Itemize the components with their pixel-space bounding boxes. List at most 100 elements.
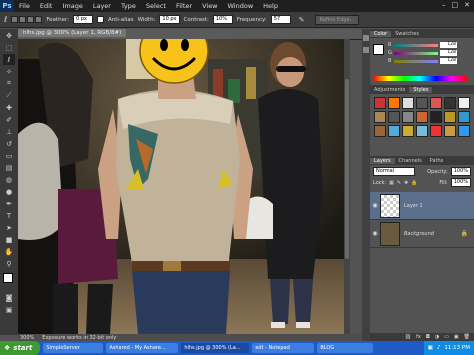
close-icon[interactable]: ✕ bbox=[464, 1, 470, 9]
clock[interactable]: 11:13 PM bbox=[444, 345, 470, 351]
color-swatches[interactable] bbox=[0, 273, 18, 291]
zoom-tool-icon[interactable]: ⚲ bbox=[3, 258, 15, 269]
style-swatch[interactable] bbox=[416, 125, 428, 137]
menu-view[interactable]: View bbox=[197, 2, 222, 10]
red-slider[interactable] bbox=[394, 43, 438, 47]
hand-tool-icon[interactable]: ✋ bbox=[3, 246, 15, 257]
style-swatch[interactable] bbox=[444, 111, 456, 123]
style-swatch[interactable] bbox=[388, 125, 400, 137]
network-icon[interactable]: ▣ bbox=[428, 345, 433, 351]
add-selection-icon[interactable] bbox=[19, 16, 27, 23]
taskbar-item[interactable]: edt - Notepad bbox=[252, 343, 315, 353]
lock-pixels-icon[interactable]: ✎ bbox=[397, 180, 401, 186]
style-swatch[interactable] bbox=[416, 111, 428, 123]
taskbar-item[interactable]: hlhs.jpg @ 300% (La... bbox=[181, 343, 250, 353]
move-tool-icon[interactable]: ✥ bbox=[3, 30, 15, 41]
style-swatch[interactable] bbox=[444, 97, 456, 109]
width-input[interactable]: 10 px bbox=[159, 15, 180, 24]
tab-paths[interactable]: Paths bbox=[426, 158, 448, 164]
crop-tool-icon[interactable]: ⌗ bbox=[3, 78, 15, 89]
clone-stamp-tool-icon[interactable]: ⊥ bbox=[3, 126, 15, 137]
start-button[interactable]: ❖ start bbox=[0, 341, 41, 355]
menu-window[interactable]: Window bbox=[223, 2, 259, 10]
style-swatch[interactable] bbox=[458, 125, 470, 137]
foreground-color-swatch[interactable] bbox=[3, 273, 13, 283]
quick-mask-icon[interactable]: ◙ bbox=[3, 292, 15, 303]
taskbar-item[interactable]: BLOG bbox=[317, 343, 374, 353]
pen-tool-icon[interactable]: ✒ bbox=[3, 198, 15, 209]
eraser-tool-icon[interactable]: ▭ bbox=[3, 150, 15, 161]
blue-slider[interactable] bbox=[394, 59, 438, 63]
marquee-tool-icon[interactable]: ⬚ bbox=[3, 42, 15, 53]
style-swatch[interactable] bbox=[388, 97, 400, 109]
screen-mode-icon[interactable]: ▣ bbox=[3, 304, 15, 315]
feather-input[interactable]: 0 px bbox=[72, 15, 93, 24]
tab-swatches[interactable]: Swatches bbox=[391, 31, 423, 37]
style-swatch[interactable] bbox=[430, 111, 442, 123]
shape-tool-icon[interactable]: ■ bbox=[3, 234, 15, 245]
link-layers-icon[interactable]: ⛓ bbox=[405, 334, 411, 340]
style-swatch[interactable] bbox=[430, 125, 442, 137]
canvas-vertical-scrollbar[interactable] bbox=[344, 39, 350, 334]
healing-tool-icon[interactable]: ✚ bbox=[3, 102, 15, 113]
layer-name[interactable]: Background bbox=[404, 231, 434, 237]
blue-value[interactable]: 128 bbox=[440, 58, 457, 64]
type-tool-icon[interactable]: T bbox=[3, 210, 15, 221]
layer-row[interactable]: ◉ Background 🔒 bbox=[370, 220, 474, 248]
style-swatch[interactable] bbox=[416, 97, 428, 109]
menu-image[interactable]: Image bbox=[57, 2, 87, 10]
menu-layer[interactable]: Layer bbox=[88, 2, 116, 10]
gradient-tool-icon[interactable]: ▤ bbox=[3, 162, 15, 173]
history-panel-icon[interactable] bbox=[363, 35, 369, 41]
green-slider[interactable] bbox=[394, 51, 438, 55]
tab-color[interactable]: Color bbox=[370, 30, 392, 37]
menu-file[interactable]: File bbox=[14, 2, 35, 10]
style-swatch[interactable] bbox=[402, 125, 414, 137]
lock-position-icon[interactable]: ✥ bbox=[404, 180, 408, 186]
style-swatch[interactable] bbox=[374, 111, 386, 123]
new-group-icon[interactable]: ▭ bbox=[444, 334, 449, 340]
frequency-input[interactable]: 57 bbox=[270, 15, 291, 24]
brush-tool-icon[interactable]: ✐ bbox=[3, 114, 15, 125]
new-adjustment-icon[interactable]: ◑ bbox=[435, 334, 439, 340]
menu-help[interactable]: Help bbox=[258, 2, 283, 10]
blur-tool-icon[interactable]: ◍ bbox=[3, 174, 15, 185]
lasso-tool-icon[interactable]: ℓ bbox=[4, 15, 7, 24]
style-swatch[interactable] bbox=[444, 125, 456, 137]
layer-style-icon[interactable]: fx bbox=[416, 334, 421, 340]
taskbar-item[interactable]: Ashared - My Ashare... bbox=[106, 343, 179, 353]
intersect-selection-icon[interactable] bbox=[35, 16, 43, 23]
color-spectrum-bar[interactable] bbox=[373, 76, 467, 81]
lasso-tool-icon[interactable]: ℓ bbox=[3, 54, 15, 65]
history-brush-tool-icon[interactable]: ↺ bbox=[3, 138, 15, 149]
style-swatch[interactable] bbox=[374, 97, 386, 109]
refine-edge-button[interactable]: Refine Edge... bbox=[314, 14, 360, 25]
eye-icon[interactable]: ◉ bbox=[370, 202, 380, 209]
new-selection-icon[interactable] bbox=[11, 16, 19, 23]
taskbar-item[interactable]: SimpleServer bbox=[43, 343, 104, 353]
style-swatch[interactable] bbox=[458, 111, 470, 123]
fill-input[interactable]: 100% bbox=[450, 178, 471, 187]
document-tab[interactable]: hlhs.jpg @ 300% (Layer 1, RGB/8#) bbox=[18, 29, 127, 37]
red-value[interactable]: 128 bbox=[440, 42, 457, 48]
pen-pressure-icon[interactable]: ✎ bbox=[299, 16, 305, 24]
minimize-icon[interactable]: – bbox=[442, 1, 446, 9]
opacity-input[interactable]: 100% bbox=[450, 167, 471, 176]
volume-icon[interactable]: ♪ bbox=[437, 345, 441, 351]
color-fg-swatch[interactable] bbox=[373, 44, 384, 55]
style-swatch[interactable] bbox=[374, 125, 386, 137]
layer-name[interactable]: Layer 1 bbox=[404, 203, 423, 209]
tab-styles[interactable]: Styles bbox=[409, 86, 433, 93]
lock-all-icon[interactable]: 🔒 bbox=[411, 180, 417, 186]
tab-channels[interactable]: Channels bbox=[395, 158, 426, 164]
zoom-level[interactable]: 300% bbox=[20, 335, 34, 341]
tab-adjustments[interactable]: Adjustments bbox=[370, 87, 409, 93]
quick-select-tool-icon[interactable]: ✧ bbox=[3, 66, 15, 77]
new-layer-icon[interactable]: ▣ bbox=[454, 334, 459, 340]
subtract-selection-icon[interactable] bbox=[27, 16, 35, 23]
actions-panel-icon[interactable] bbox=[363, 47, 369, 53]
menu-type[interactable]: Type bbox=[116, 2, 141, 10]
style-swatch[interactable] bbox=[402, 111, 414, 123]
menu-filter[interactable]: Filter bbox=[171, 2, 197, 10]
eye-icon[interactable]: ◉ bbox=[370, 230, 380, 237]
